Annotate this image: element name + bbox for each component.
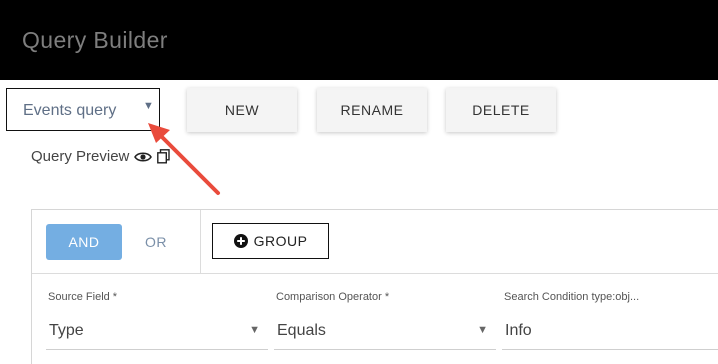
new-button[interactable]: NEW <box>187 88 297 132</box>
window-title: Query Builder <box>22 27 168 53</box>
comparison-operator-value: Equals <box>277 322 326 339</box>
comparison-operator-label: Comparison Operator * <box>276 291 390 303</box>
source-field-select[interactable]: Type ▼ <box>46 313 268 350</box>
divider <box>200 210 201 273</box>
query-preview-label: Query Preview <box>31 148 130 165</box>
chevron-down-icon: ▼ <box>477 324 488 336</box>
title-bar: Query Builder <box>0 0 718 80</box>
comparison-operator-select[interactable]: Equals ▼ <box>274 313 496 350</box>
source-field-label: Source Field * <box>48 291 118 303</box>
search-condition-label: Search Condition type:obj... <box>504 291 640 303</box>
and-toggle-button[interactable]: AND <box>46 224 122 260</box>
query-builder-window: Query Builder Events query ▼ NEW RENAME … <box>0 0 718 364</box>
search-condition-value: Info <box>505 322 532 339</box>
add-group-button[interactable]: GROUP <box>212 223 329 259</box>
search-condition-input[interactable]: Info <box>502 313 718 350</box>
copy-icon[interactable] <box>157 149 171 164</box>
source-field-value: Type <box>49 322 84 339</box>
divider <box>32 273 718 274</box>
delete-button[interactable]: DELETE <box>446 88 556 132</box>
query-select-value: Events query <box>23 102 117 119</box>
add-group-label: GROUP <box>253 233 308 249</box>
query-preview: Query Preview <box>31 148 171 165</box>
chevron-down-icon: ▼ <box>249 324 260 336</box>
rule-builder-panel: AND OR GROUP Source Field * Type ▼ Compa… <box>31 209 718 364</box>
plus-circle-icon <box>233 234 248 248</box>
caret-down-icon: ▼ <box>143 100 154 112</box>
or-toggle-button[interactable]: OR <box>132 224 180 260</box>
query-select-dropdown[interactable]: Events query ▼ <box>6 88 160 131</box>
eye-icon[interactable] <box>134 151 153 163</box>
rename-button[interactable]: RENAME <box>317 88 427 132</box>
